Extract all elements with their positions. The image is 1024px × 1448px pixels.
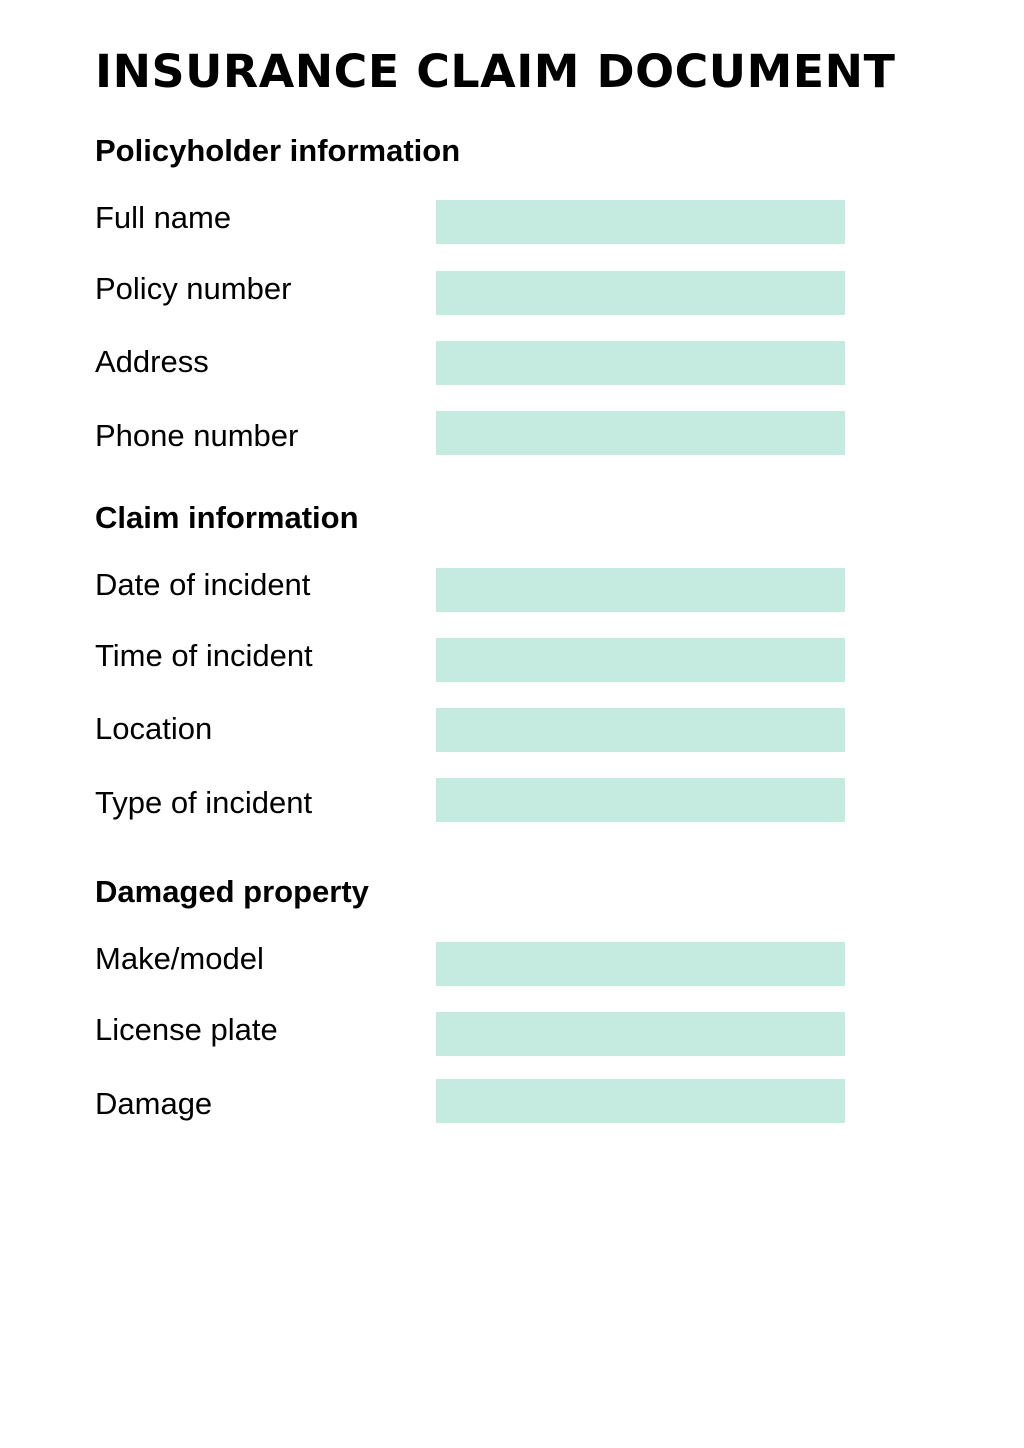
damage-field[interactable] bbox=[436, 1079, 845, 1123]
field-label-damage: Damage bbox=[95, 1086, 213, 1121]
date-of-incident-field[interactable] bbox=[436, 568, 845, 612]
full-name-field[interactable] bbox=[436, 200, 845, 244]
section-heading-damaged-property: Damaged property bbox=[95, 874, 369, 909]
location-field[interactable] bbox=[436, 708, 845, 752]
phone-number-field[interactable] bbox=[436, 411, 845, 455]
field-label-license-plate: License plate bbox=[95, 1012, 278, 1047]
document-title: INSURANCE CLAIM DOCUMENT bbox=[95, 45, 896, 98]
field-label-make-model: Make/model bbox=[95, 941, 264, 976]
policy-number-field[interactable] bbox=[436, 271, 845, 315]
field-label-time-of-incident: Time of incident bbox=[95, 638, 313, 673]
type-of-incident-field[interactable] bbox=[436, 778, 845, 822]
field-label-phone-number: Phone number bbox=[95, 418, 299, 453]
section-heading-policyholder: Policyholder information bbox=[95, 133, 461, 168]
field-label-date-of-incident: Date of incident bbox=[95, 567, 311, 602]
field-label-location: Location bbox=[95, 711, 213, 746]
field-label-address: Address bbox=[95, 344, 209, 379]
field-label-type-of-incident: Type of incident bbox=[95, 785, 313, 820]
field-label-full-name: Full name bbox=[95, 200, 232, 235]
license-plate-field[interactable] bbox=[436, 1012, 845, 1056]
address-field[interactable] bbox=[436, 341, 845, 385]
time-of-incident-field[interactable] bbox=[436, 638, 845, 682]
make-model-field[interactable] bbox=[436, 942, 845, 986]
field-label-policy-number: Policy number bbox=[95, 271, 292, 306]
section-heading-claim: Claim information bbox=[95, 500, 359, 535]
